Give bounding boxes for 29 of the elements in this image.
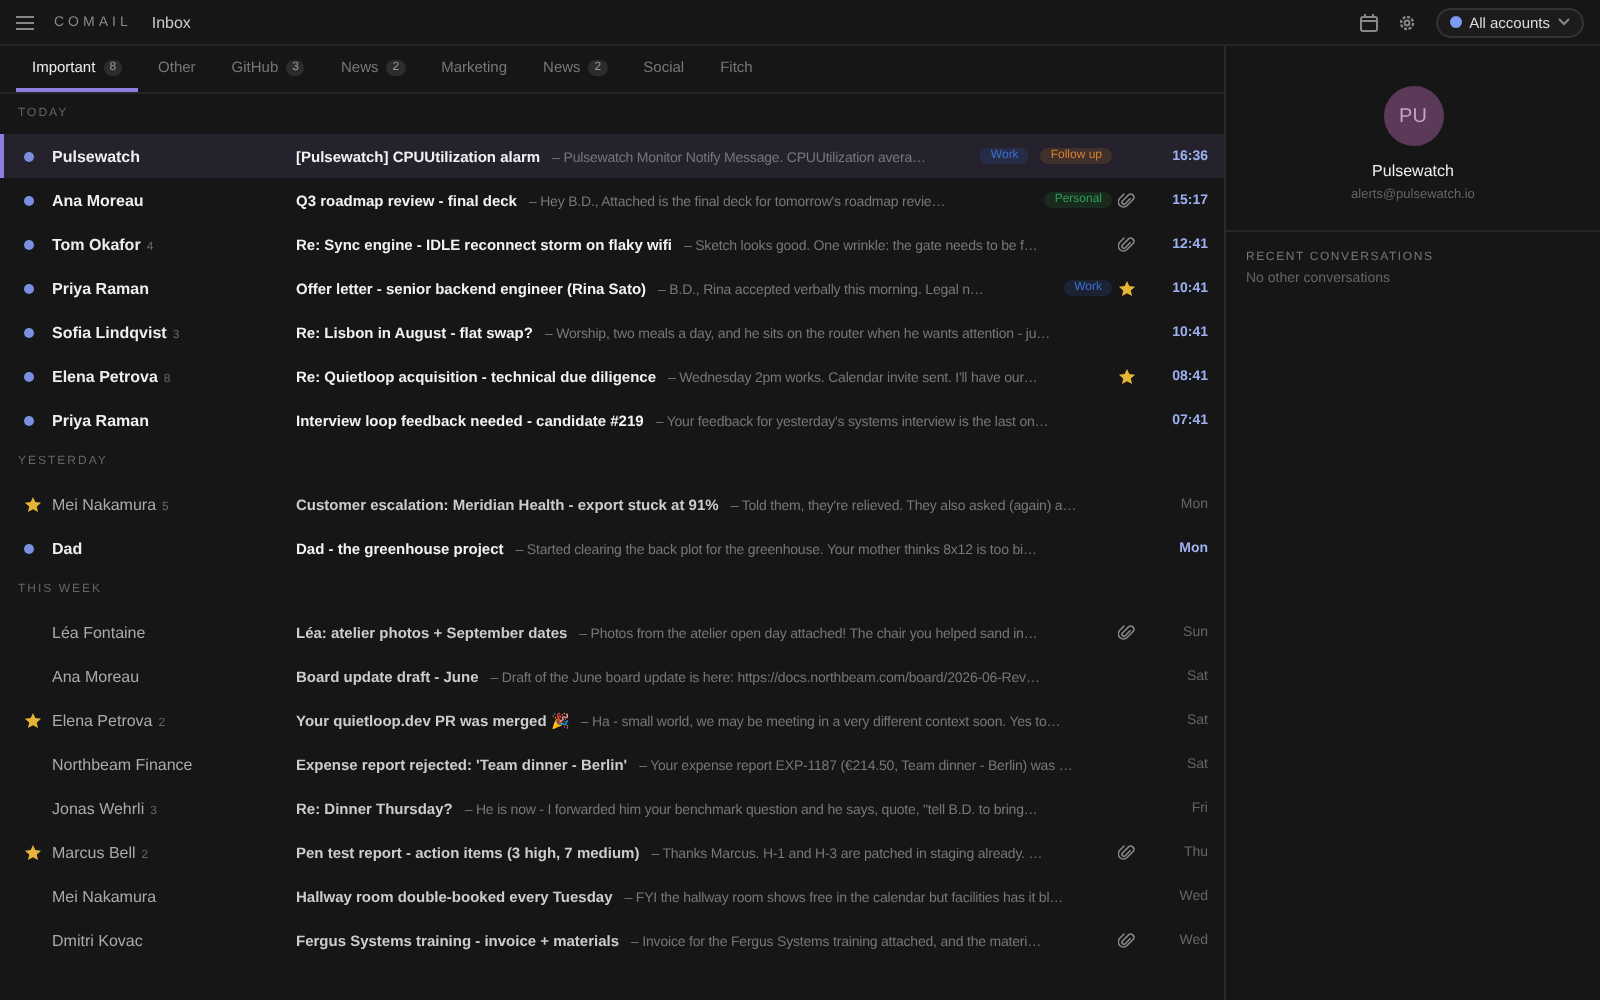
sender-name: Mei Nakamura (52, 887, 157, 905)
sender-name: Marcus Bell (52, 843, 136, 861)
sender-name: Elena Petrova (52, 367, 158, 385)
sender-name: Dad (52, 539, 83, 557)
sender-name: Dmitri Kovac (52, 931, 143, 949)
sender-name: Léa Fontaine (52, 623, 146, 641)
caret-icon (1558, 18, 1570, 26)
calendar-icon[interactable] (1359, 13, 1378, 31)
sender-name: Mei Nakamura (52, 495, 157, 513)
sender-name: Priya Raman (52, 411, 149, 429)
sender-name: Sofia Lindqvist (52, 323, 167, 341)
star-icon[interactable] (1117, 279, 1135, 297)
star-icon[interactable] (24, 711, 42, 729)
sender-name: Ana Moreau (52, 667, 140, 685)
folder-title: Inbox (151, 13, 191, 31)
settings-icon[interactable] (1397, 13, 1416, 31)
sender-name: Elena Petrova (52, 711, 153, 729)
star-icon[interactable] (24, 843, 42, 861)
sender-name: Ana Moreau (52, 191, 144, 209)
sender-name: Tom Okafor (52, 235, 141, 253)
sender-name: Northbeam Finance (52, 755, 193, 773)
star-icon[interactable] (1117, 367, 1135, 385)
star-icon[interactable] (24, 495, 42, 513)
avatar: PU (1383, 86, 1443, 146)
sender-name: Priya Raman (52, 279, 149, 297)
sender-name: Jonas Wehrli (52, 799, 145, 817)
sender-name: Pulsewatch (52, 147, 141, 165)
menu-icon[interactable] (16, 15, 34, 29)
contact-name: Pulsewatch (1372, 162, 1454, 180)
